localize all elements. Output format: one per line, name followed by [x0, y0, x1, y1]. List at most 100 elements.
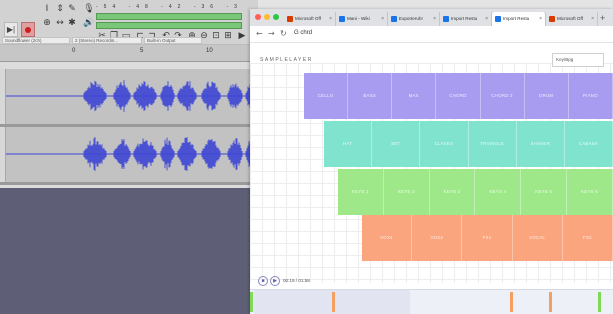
- record-button[interactable]: [21, 22, 35, 37]
- page-favicon-icon: [443, 16, 449, 22]
- close-tab-icon[interactable]: ×: [433, 12, 436, 26]
- record-meter-icon[interactable]: 🎙: [83, 3, 95, 15]
- back-icon[interactable]: ←: [256, 29, 263, 39]
- fit-project-icon[interactable]: ⊞: [222, 30, 234, 42]
- url-field[interactable]: G chrd: [294, 30, 312, 36]
- timeline-marker[interactable]: [549, 292, 552, 312]
- sample-row-1: CELLO BASS MAX CHORD CHORD 2 DRUM PIANO: [304, 73, 613, 119]
- browser-window: Microsoft Off × Mani - Wiki × Exporteruh…: [250, 9, 613, 314]
- sample-pad[interactable]: VOX1: [362, 215, 413, 261]
- sample-pad[interactable]: KEYS 3: [430, 169, 476, 215]
- close-tab-icon[interactable]: ×: [485, 12, 488, 26]
- sample-pad[interactable]: HAT: [324, 121, 373, 167]
- tab-microsoft-office[interactable]: Microsoft Off ×: [284, 12, 336, 26]
- sample-pad[interactable]: CLAVES: [420, 121, 469, 167]
- tab-import-restu-active[interactable]: Import Restu ×: [492, 12, 546, 26]
- timeline-marker[interactable]: [510, 292, 513, 312]
- tab-exporteruhr[interactable]: Exporteruhr ×: [388, 12, 440, 26]
- sample-pad[interactable]: FX1: [462, 215, 513, 261]
- close-window-icon[interactable]: [255, 14, 261, 20]
- playback-level-meter[interactable]: [96, 22, 242, 29]
- tab-mani-wiki[interactable]: Mani - Wiki ×: [336, 12, 388, 26]
- sample-row-4: VOX1 VOX2 FX1 VOCAL FX2: [362, 215, 613, 261]
- page-favicon-icon: [391, 16, 397, 22]
- sample-pad[interactable]: TRIANGLE: [469, 121, 517, 167]
- input-device-select[interactable]: Soundflower (2ch): [2, 37, 70, 44]
- multi-tool-icon[interactable]: ✱: [66, 17, 78, 29]
- sample-pad[interactable]: KEYS 2: [384, 169, 430, 215]
- draw-tool-icon[interactable]: ✎: [66, 3, 78, 15]
- app-title: SAMPLELAYER: [260, 57, 313, 63]
- reload-icon[interactable]: ↻: [280, 29, 287, 39]
- sample-pad[interactable]: CELLO: [304, 73, 349, 119]
- tab-label: Microsoft Off: [557, 16, 583, 21]
- page-favicon-icon: [339, 16, 345, 22]
- close-tab-icon[interactable]: ×: [381, 12, 384, 26]
- sample-pad[interactable]: DRUM: [525, 73, 569, 119]
- sample-pad[interactable]: MAX: [392, 73, 437, 119]
- sample-pad[interactable]: KEYS 6: [567, 169, 613, 215]
- skip-end-button[interactable]: ▶|: [4, 22, 18, 37]
- audacity-toolbar: ▶| I ⇕ ✎ ⊕ ↔ ✱ 🎙 🔊 -54 -48 -42 -36 -30 -…: [0, 0, 258, 45]
- timeline-marker[interactable]: [250, 292, 253, 312]
- address-bar: ← → ↻ G chrd: [250, 26, 613, 43]
- play-meter-icon[interactable]: 🔊: [83, 17, 95, 29]
- close-tab-icon[interactable]: ×: [329, 12, 332, 26]
- sample-pad[interactable]: CHORD 2: [481, 73, 525, 119]
- sample-pad[interactable]: VOX2: [412, 215, 463, 261]
- tab-label: Mani - Wiki: [347, 16, 370, 21]
- sample-pad[interactable]: PIANO: [569, 73, 613, 119]
- sample-pad[interactable]: BASS: [348, 73, 393, 119]
- tab-microsoft-office-2[interactable]: Microsoft Off ×: [546, 12, 598, 26]
- meter-scale: -54 -48 -42 -36 -30 -24 -18 -12 -6 0: [96, 4, 242, 10]
- sample-pad[interactable]: KEYS 4: [475, 169, 522, 215]
- sample-layer-app: SAMPLELAYER Key/Bpg CELLO BASS MAX CHORD…: [250, 43, 613, 314]
- output-device-select[interactable]: Built-in Output: [144, 37, 202, 44]
- record-level-meter[interactable]: [96, 13, 242, 20]
- minimize-window-icon[interactable]: [264, 14, 270, 20]
- office-favicon-icon: [287, 16, 293, 22]
- key-select[interactable]: Key/Bpg: [552, 53, 604, 67]
- sample-row-3: KEYS 1 KEYS 2 KEYS 3 KEYS 4 KEYS 5 KEYS …: [338, 169, 613, 215]
- fit-selection-icon[interactable]: ⊡: [210, 30, 222, 42]
- tab-label: Import Restu: [451, 16, 478, 21]
- zoom-tool-icon[interactable]: ⊕: [41, 17, 53, 29]
- sample-pad[interactable]: CABASA: [565, 121, 613, 167]
- audio-track-1[interactable]: [0, 69, 258, 127]
- ruler-tick: 10: [206, 48, 213, 54]
- sample-pad[interactable]: VOCAL: [513, 215, 563, 261]
- ruler-tick: 0: [72, 48, 76, 54]
- sample-pad[interactable]: KEYS 5: [521, 169, 568, 215]
- sample-pad[interactable]: FX2: [563, 215, 613, 261]
- sample-row-2: HAT SET CLAVES TRIANGLE SHAKER CABASA: [324, 121, 613, 167]
- playback-time: 00:19 / 01:58: [283, 278, 310, 283]
- arrangement-timeline[interactable]: [250, 289, 613, 314]
- maximize-window-icon[interactable]: [273, 14, 279, 20]
- tab-label: Exporteruhr: [399, 16, 424, 21]
- audio-track-2[interactable]: [0, 127, 258, 185]
- stop-icon[interactable]: ■: [258, 276, 268, 286]
- sample-pad[interactable]: SHAKER: [517, 121, 565, 167]
- envelope-tool-icon[interactable]: ⇕: [54, 3, 66, 15]
- sample-pad[interactable]: KEYS 1: [338, 169, 384, 215]
- close-tab-icon[interactable]: ×: [539, 12, 542, 26]
- tab-bar: Microsoft Off × Mani - Wiki × Exporteruh…: [250, 9, 613, 26]
- sample-pad[interactable]: CHORD: [436, 73, 481, 119]
- new-tab-icon[interactable]: +: [600, 11, 605, 25]
- channels-select[interactable]: 2 (Stereo) Recordin...: [72, 37, 142, 44]
- sample-pad[interactable]: SET: [372, 121, 421, 167]
- ruler-tick: 5: [140, 48, 144, 54]
- timeline-marker[interactable]: [332, 292, 335, 312]
- empty-track-area[interactable]: [0, 188, 258, 314]
- timeline-ruler[interactable]: 0 5 10: [0, 45, 258, 62]
- play-at-speed-icon[interactable]: ▶: [236, 30, 248, 42]
- tab-label: Microsoft Off: [295, 16, 321, 21]
- waveform-2: [6, 137, 258, 171]
- tab-import-restu[interactable]: Import Restu ×: [440, 12, 492, 26]
- play-icon[interactable]: ▶: [270, 276, 280, 286]
- timeshift-tool-icon[interactable]: ↔: [54, 17, 66, 29]
- selection-tool-icon[interactable]: I: [41, 3, 53, 15]
- close-tab-icon[interactable]: ×: [591, 12, 594, 26]
- forward-icon[interactable]: →: [268, 29, 275, 39]
- timeline-marker[interactable]: [598, 292, 601, 312]
